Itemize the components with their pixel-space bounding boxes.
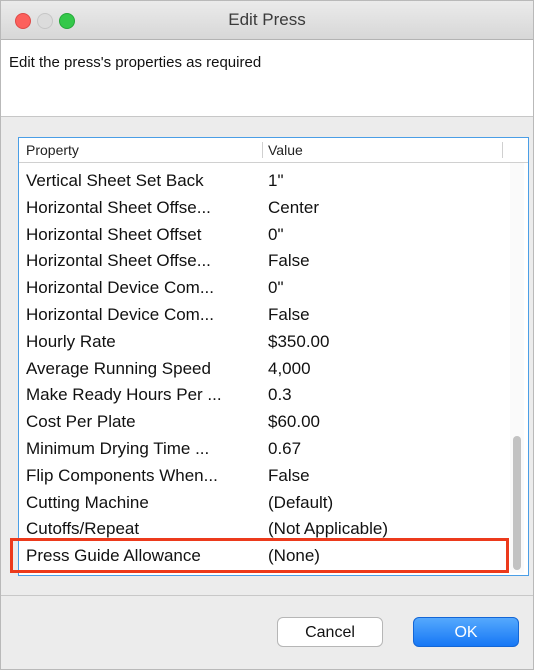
ok-button[interactable]: OK — [413, 617, 519, 647]
property-value[interactable]: 0.3 — [268, 382, 292, 409]
title-bar: Edit Press — [1, 1, 533, 40]
property-name: Horizontal Sheet Offset — [26, 224, 202, 244]
edit-press-dialog: Edit Press Edit the press's properties a… — [0, 0, 534, 670]
property-value[interactable]: 1" — [268, 168, 284, 195]
value-column-header[interactable]: Value — [268, 138, 303, 162]
property-value[interactable]: 4,000 — [268, 356, 311, 383]
instruction-text: Edit the press's properties as required — [9, 54, 262, 71]
property-name: Minimum Drying Time ... — [26, 438, 210, 458]
table-header: Property Value — [19, 138, 528, 163]
table-row[interactable]: Cost Per Plate $60.00 — [19, 409, 528, 436]
property-name: Cutting Machine — [26, 492, 149, 512]
window-title: Edit Press — [228, 10, 306, 29]
property-value[interactable]: Center — [268, 195, 319, 222]
property-name: Horizontal Device Com... — [26, 304, 215, 324]
property-value[interactable]: 0" — [268, 222, 284, 249]
property-value[interactable]: (Not Applicable) — [268, 516, 388, 543]
scrollbar-thumb[interactable] — [513, 436, 521, 570]
column-divider — [262, 142, 263, 158]
table-row[interactable]: Horizontal Sheet Offse... False — [19, 248, 528, 275]
property-value[interactable]: False — [268, 463, 310, 490]
table-row[interactable]: Horizontal Device Com... 0" — [19, 275, 528, 302]
table-row[interactable]: Horizontal Sheet Offse... Center — [19, 195, 528, 222]
table-row[interactable]: Average Running Speed 4,000 — [19, 356, 528, 383]
table-row[interactable]: Minimum Drying Time ... 0.67 — [19, 436, 528, 463]
table-row[interactable]: Horizontal Sheet Offset 0" — [19, 222, 528, 249]
table-row[interactable]: Hourly Rate $350.00 — [19, 329, 528, 356]
table-row[interactable]: Cutting Machine (Default) — [19, 490, 528, 517]
cancel-button[interactable]: Cancel — [277, 617, 383, 647]
property-value[interactable]: (Default) — [268, 490, 333, 517]
table-body: Vertical Sheet Set Back 1" Horizontal She… — [19, 168, 528, 570]
property-table[interactable]: Property Value Vertical Sheet Set Back 1"… — [18, 137, 529, 576]
property-value[interactable]: $60.00 — [268, 409, 320, 436]
property-value[interactable]: False — [268, 302, 310, 329]
table-row[interactable]: Flip Components When... False — [19, 463, 528, 490]
property-column-header[interactable]: Property — [26, 138, 79, 162]
property-value[interactable]: 0" — [268, 275, 284, 302]
property-name: Cutoffs/Repeat — [26, 519, 140, 539]
property-value[interactable]: False — [268, 248, 310, 275]
table-row[interactable]: Make Ready Hours Per ... 0.3 — [19, 382, 528, 409]
property-name: Vertical Sheet Set Back — [26, 171, 204, 190]
footer-divider — [1, 595, 533, 596]
property-value[interactable]: (None) — [268, 543, 320, 570]
property-name: Flip Components When... — [26, 465, 218, 485]
column-divider — [502, 142, 503, 158]
property-name: Make Ready Hours Per ... — [26, 385, 222, 405]
property-name: Cost Per Plate — [26, 412, 136, 432]
property-name: Press Guide Allowance — [26, 546, 201, 566]
property-name: Horizontal Sheet Offse... — [26, 251, 211, 271]
property-name: Horizontal Sheet Offse... — [26, 197, 211, 217]
table-row[interactable]: Vertical Sheet Set Back 1" — [19, 168, 528, 195]
property-value[interactable]: 0.67 — [268, 436, 301, 463]
property-value[interactable]: $350.00 — [268, 329, 329, 356]
property-name: Horizontal Device Com... — [26, 278, 215, 298]
property-name: Hourly Rate — [26, 331, 116, 351]
property-name: Average Running Speed — [26, 358, 211, 378]
table-row[interactable]: Horizontal Device Com... False — [19, 302, 528, 329]
table-row[interactable]: Cutoffs/Repeat (Not Applicable) — [19, 516, 528, 543]
table-row-press-guide-allowance[interactable]: Press Guide Allowance (None) — [19, 543, 528, 570]
instruction-area: Edit the press's properties as required — [1, 40, 533, 117]
